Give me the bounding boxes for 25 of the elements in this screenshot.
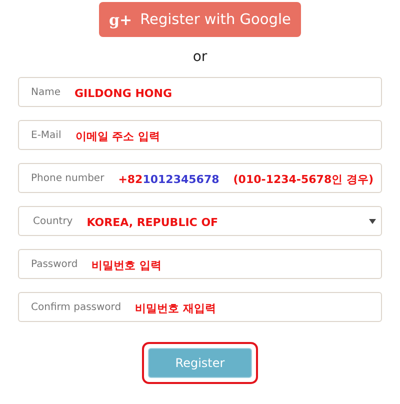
country-select[interactable]: Country KOREA, REPUBLIC OF — [18, 206, 382, 236]
register-button[interactable]: Register — [148, 348, 252, 378]
annotation-text: 비밀번호 재입력 — [135, 301, 216, 316]
placeholder-text: E-Mail — [31, 130, 62, 140]
annotation-text: 비밀번호 입력 — [92, 258, 162, 273]
input-field[interactable]: Name GILDONG HONG — [18, 77, 382, 107]
annotation-text: GILDONG HONG — [74, 87, 172, 100]
or-separator: or — [192, 49, 208, 65]
google-register-button[interactable]: g+ Register with Google — [99, 2, 301, 37]
placeholder-text: Country — [32, 216, 73, 226]
google-register-label: Register with Google — [140, 12, 291, 28]
placeholder-text: Name — [31, 86, 61, 98]
annotation-text: (010-1234-5678인 경우) — [233, 172, 374, 187]
input-field[interactable]: Phone number +821012345678 (010-1234-5678인 경우) — [18, 163, 382, 193]
input-field[interactable]: E-Mail 이메일 주소 입력 — [18, 120, 382, 150]
placeholder-text: Password — [31, 258, 78, 270]
annotation-text: KOREA, REPUBLIC OF — [86, 216, 218, 229]
annotation-text: 이메일 주소 입력 — [75, 129, 160, 144]
google-plus-icon: g+ — [109, 10, 132, 28]
caret-icon — [369, 219, 376, 224]
input-field[interactable]: Confirm password 비밀번호 재입력 — [18, 292, 382, 322]
input-field[interactable]: Password 비밀번호 입력 — [18, 249, 382, 279]
annotation-text: +821012345678 — [118, 173, 220, 186]
placeholder-text: Confirm password — [31, 302, 122, 312]
placeholder-text: Phone number — [31, 172, 104, 184]
